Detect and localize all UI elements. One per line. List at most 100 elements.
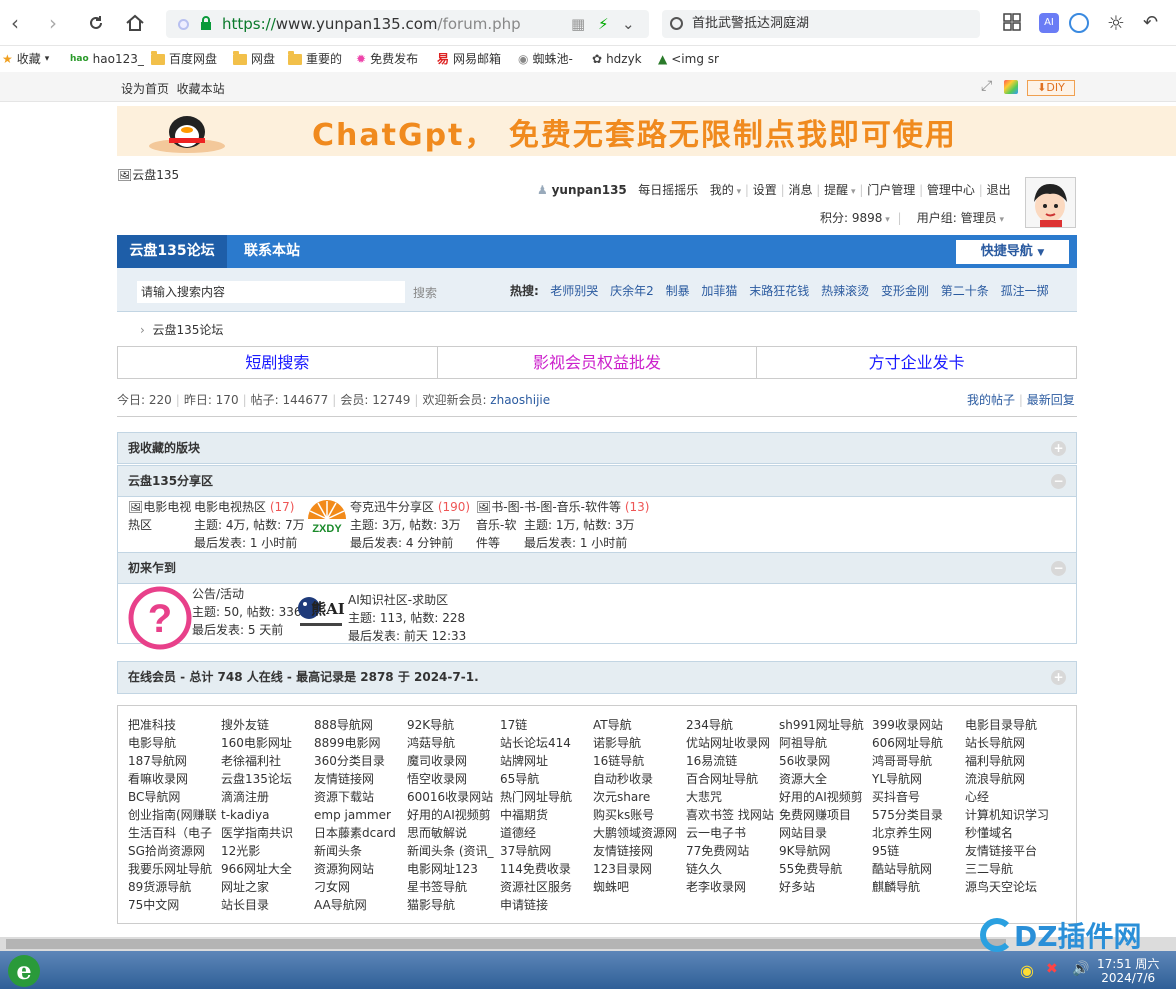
friend-link[interactable]: 资源狗网站 <box>314 860 374 878</box>
scrollbar-thumb[interactable] <box>6 939 1006 949</box>
friend-link[interactable]: 大鹏领域资源网 <box>593 824 677 842</box>
friend-link[interactable]: 阿祖导航 <box>779 734 827 752</box>
bookmark-site-link[interactable]: 收藏本站 <box>177 82 225 96</box>
friend-link[interactable]: 89货源导航 <box>128 878 191 896</box>
friend-link[interactable]: AA导航网 <box>314 896 367 914</box>
friend-link[interactable]: 新闻头条 (资讯_ <box>407 842 494 860</box>
friend-link[interactable]: 福利导航网 <box>965 752 1025 770</box>
site-info-icon[interactable] <box>178 19 189 30</box>
friend-link[interactable]: 606网址导航 <box>872 734 943 752</box>
brightness-icon[interactable]: ☼ <box>1106 13 1126 33</box>
hot-search-link[interactable]: 孤注一掷 <box>1001 284 1049 298</box>
forum-icon-movie[interactable]: 🖼电影电视热区 <box>128 498 194 534</box>
friend-link[interactable]: SG拾尚资源网 <box>128 842 205 860</box>
forum-search-input[interactable]: 请输入搜索内容 <box>137 281 405 303</box>
friend-link[interactable]: 电影网址123 <box>407 860 478 878</box>
hot-search-link[interactable]: 变形金刚 <box>881 284 929 298</box>
forum-link[interactable]: 书-图-音乐-软件等 <box>524 500 621 514</box>
zxdy-logo-icon[interactable]: ZXDY <box>304 499 350 537</box>
friend-link[interactable]: 酷站导航网 <box>872 860 932 878</box>
expand-icon[interactable]: + <box>1051 670 1066 685</box>
bookmark-important[interactable]: 重要的 <box>288 50 342 68</box>
bookmark-spider[interactable]: ◉ 蜘蛛池- <box>518 50 573 68</box>
network-icon[interactable]: ✖ <box>1046 961 1058 977</box>
my-menu[interactable]: 我的 <box>710 183 734 197</box>
admin-center-link[interactable]: 管理中心 <box>927 183 975 197</box>
usergroup-menu[interactable]: 用户组: 管理员 <box>917 211 997 225</box>
bolt-icon[interactable]: ⚡ <box>598 10 609 38</box>
bookmark-wangpan[interactable]: 网盘 <box>233 50 275 68</box>
friend-link[interactable]: 刁女网 <box>314 878 350 896</box>
friend-link[interactable]: 热门网址导航 <box>500 788 572 806</box>
friend-link[interactable]: 北京养生网 <box>872 824 932 842</box>
friend-link[interactable]: 中福期货 <box>500 806 548 824</box>
address-bar[interactable]: https://www.yunpan135.com/forum.php ▦ ⚡ … <box>166 10 649 38</box>
friend-link[interactable]: 资源下载站 <box>314 788 374 806</box>
home-icon[interactable] <box>122 10 148 36</box>
friend-link[interactable]: emp jammer <box>314 806 391 824</box>
forum-last-post[interactable]: 最后发表: 前天 12:33 <box>348 627 466 645</box>
promo-short-drama[interactable]: 短剧搜索 <box>118 347 438 378</box>
friend-link[interactable]: 优站网址收录网 <box>686 734 770 752</box>
promo-vip-wholesale[interactable]: 影视会员权益批发 <box>438 347 758 378</box>
friend-link[interactable]: 喜欢书签 找网站 <box>686 806 774 824</box>
bookmark-netease[interactable]: 易网易邮箱 <box>437 50 501 68</box>
friend-link[interactable]: 55免费导航 <box>779 860 842 878</box>
question-mark-icon[interactable]: ? <box>128 586 192 650</box>
ai-icon[interactable]: AI <box>1039 13 1059 33</box>
friend-link[interactable]: 我要乐网址导航 <box>128 860 212 878</box>
friend-link[interactable]: 把准科技 <box>128 716 176 734</box>
my-posts-link[interactable]: 我的帖子 <box>967 393 1015 407</box>
friend-link[interactable]: AT导航 <box>593 716 632 734</box>
color-palette-icon[interactable] <box>1004 80 1018 94</box>
friend-link[interactable]: 187导航网 <box>128 752 187 770</box>
friend-link[interactable]: 计算机知识学习 <box>965 806 1049 824</box>
friend-link[interactable]: 免费网赚项目 <box>779 806 851 824</box>
friend-link[interactable]: 云一电子书 <box>686 824 746 842</box>
hot-search-link[interactable]: 第二十条 <box>941 284 989 298</box>
newest-member-link[interactable]: zhaoshijie <box>490 393 550 407</box>
friend-link[interactable]: 网址之家 <box>221 878 269 896</box>
bookmark-hao123[interactable]: hao hao123_ <box>70 50 144 68</box>
friend-link[interactable]: 诺影导航 <box>593 734 641 752</box>
tray-icon[interactable]: ◉ <box>1020 961 1034 980</box>
hot-search-link[interactable]: 庆余年2 <box>610 284 654 298</box>
friend-link[interactable]: 好用的AI视频剪 <box>407 806 491 824</box>
friend-link[interactable]: 站牌网址 <box>500 752 548 770</box>
forum-link[interactable]: AI知识社区-求助区 <box>348 593 448 607</box>
bookmark-baidupan[interactable]: 百度网盘 <box>151 50 217 68</box>
chevron-down-icon[interactable]: ⌄ <box>622 10 635 38</box>
username-link[interactable]: yunpan135 <box>552 183 627 197</box>
undo-icon[interactable]: ↶ <box>1143 13 1163 33</box>
friend-link[interactable]: 966网址大全 <box>221 860 292 878</box>
sync-icon[interactable] <box>1069 13 1089 33</box>
search-box[interactable]: 首批武警抵达洞庭湖 <box>662 10 980 38</box>
clock[interactable]: 17:51 周六 2024/7/6 <box>1097 957 1159 985</box>
volume-icon[interactable]: 🔊 <box>1072 961 1089 977</box>
hot-search-link[interactable]: 热辣滚烫 <box>821 284 869 298</box>
nav-tab-contact[interactable]: 联系本站 <box>227 235 317 268</box>
forum-link[interactable]: 电影电视热区 <box>194 500 266 514</box>
forum-search-button[interactable]: 搜索 <box>413 284 437 301</box>
friend-link[interactable]: 创业指南(网赚联 <box>128 806 217 824</box>
bookmark-free-publish[interactable]: ✹ 免费发布 <box>356 50 418 68</box>
friend-link[interactable]: 悟空收录网 <box>407 770 467 788</box>
site-logo[interactable]: 🖼云盘135 <box>117 166 179 183</box>
latest-replies-link[interactable]: 最新回复 <box>1027 393 1075 407</box>
settings-link[interactable]: 设置 <box>753 183 777 197</box>
forum-icon-books[interactable]: 🖼书-图-音乐-软件等 <box>476 498 524 552</box>
forum-last-post[interactable]: 最后发表: 5 天前 <box>192 621 283 639</box>
friend-link[interactable]: BC导航网 <box>128 788 180 806</box>
friend-link[interactable]: 日本藤素dcard <box>314 824 396 842</box>
friend-link[interactable]: 资源大全 <box>779 770 827 788</box>
friend-link[interactable]: 资源社区服务 <box>500 878 572 896</box>
friend-link[interactable]: 65导航 <box>500 770 539 788</box>
ie-browser-icon[interactable]: e <box>2 953 46 989</box>
friend-link[interactable]: 17链 <box>500 716 527 734</box>
friend-link[interactable]: 37导航网 <box>500 842 551 860</box>
hot-search-link[interactable]: 老师别哭 <box>550 284 598 298</box>
daily-shake-link[interactable]: 每日摇摇乐 <box>638 183 698 197</box>
set-home-link[interactable]: 设为首页 <box>121 82 169 96</box>
friend-link[interactable]: 92K导航 <box>407 716 454 734</box>
friend-link[interactable]: 电影目录导航 <box>965 716 1037 734</box>
